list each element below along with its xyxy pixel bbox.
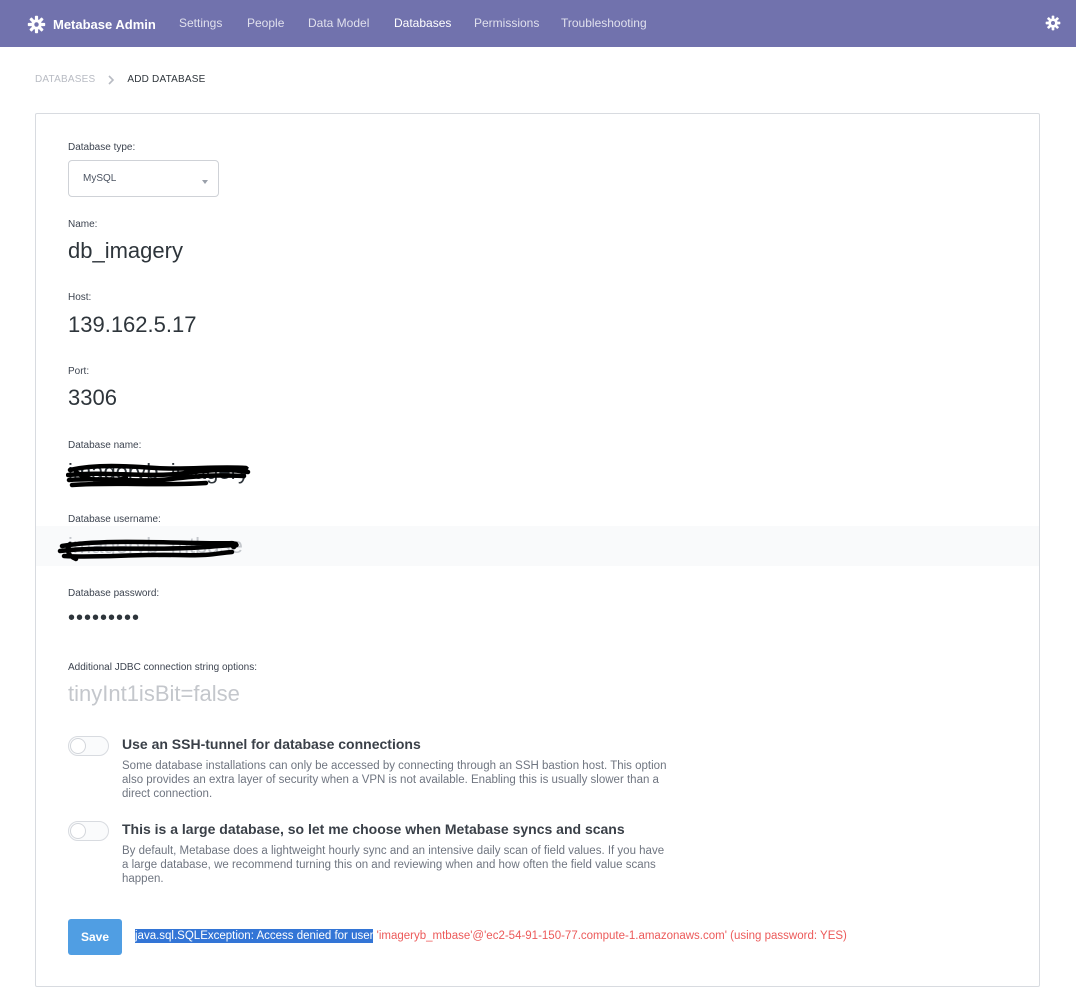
host-label: Host: (68, 292, 92, 303)
ssh-tunnel-toggle[interactable] (68, 736, 109, 756)
nav-people[interactable]: People (247, 16, 284, 30)
nav-troubleshooting[interactable]: Troubleshooting (561, 16, 647, 30)
breadcrumb: DATABASES ADD DATABASE (35, 74, 206, 85)
top-nav: Metabase Admin Settings People Data Mode… (0, 0, 1076, 47)
db-username-label: Database username: (68, 514, 161, 525)
db-type-select[interactable]: MySQL (68, 160, 219, 197)
breadcrumb-databases[interactable]: DATABASES (35, 74, 95, 85)
db-password-label: Database password: (68, 588, 160, 599)
large-db-toggle[interactable] (68, 821, 109, 841)
toggle-knob (70, 738, 86, 754)
error-rest-text: 'imageryb_mtbase'@'ec2-54-91-150-77.comp… (373, 930, 847, 942)
nav-data-model[interactable]: Data Model (308, 16, 369, 30)
redaction-scribble (66, 463, 251, 488)
brand-label: Metabase Admin (53, 16, 156, 32)
nav-settings[interactable]: Settings (179, 16, 222, 30)
port-label: Port: (68, 366, 90, 377)
metabase-logo-icon (27, 15, 46, 33)
ssh-tunnel-title: Use an SSH-tunnel for database connectio… (122, 736, 421, 752)
breadcrumb-add-database: ADD DATABASE (127, 74, 206, 85)
caret-down-icon (202, 180, 208, 184)
nav-permissions[interactable]: Permissions (474, 16, 539, 30)
chevron-right-icon (108, 74, 115, 85)
redaction-scribble (57, 539, 239, 562)
nav-databases[interactable]: Databases (394, 16, 451, 30)
db-password-input[interactable]: ••••••••• (68, 607, 140, 630)
db-name-label: Database name: (68, 440, 142, 451)
connection-error-message: java.sql.SQLException: Access denied for… (135, 929, 847, 943)
port-input[interactable]: 3306 (68, 385, 117, 411)
ssh-tunnel-description: Some database installations can only be … (122, 760, 667, 800)
name-label: Name: (68, 219, 98, 230)
db-type-value: MySQL (83, 173, 117, 184)
gear-icon[interactable] (1045, 15, 1061, 31)
name-input[interactable]: db_imagery (68, 238, 183, 264)
brand[interactable]: Metabase Admin (27, 13, 156, 35)
error-selected-text: java.sql.SQLException: Access denied for… (135, 929, 374, 943)
save-button[interactable]: Save (68, 919, 122, 955)
db-type-label: Database type: (68, 142, 136, 153)
host-input[interactable]: 139.162.5.17 (68, 312, 196, 338)
large-db-title: This is a large database, so let me choo… (122, 821, 625, 837)
jdbc-input[interactable]: tinyInt1isBit=false (68, 681, 240, 707)
toggle-knob (70, 823, 86, 839)
large-db-description: By default, Metabase does a lightweight … (122, 845, 665, 885)
jdbc-label: Additional JDBC connection string option… (68, 662, 257, 673)
